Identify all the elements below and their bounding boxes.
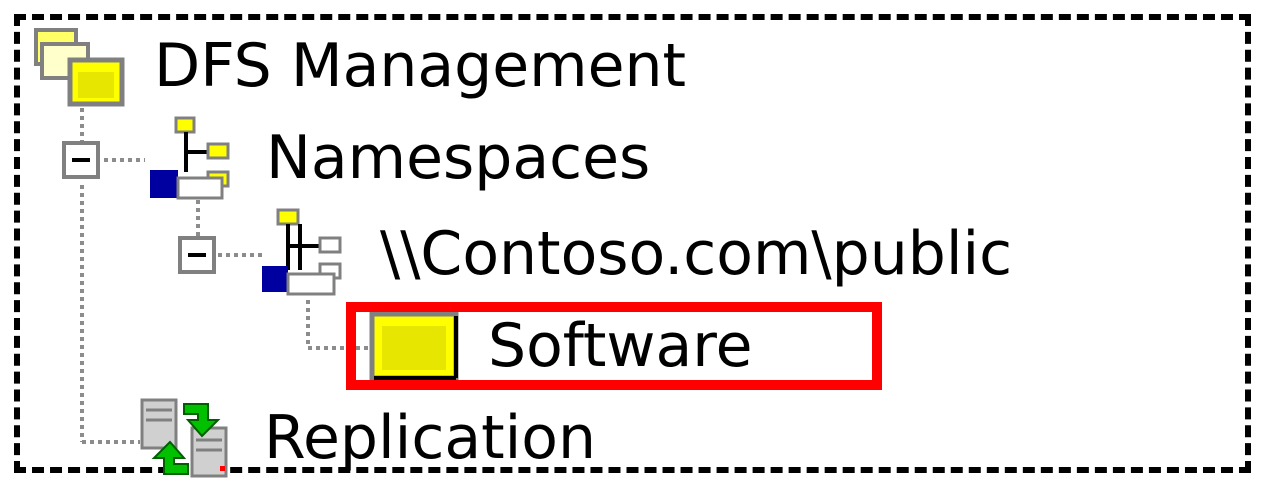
tree-node-contoso-public[interactable]: \\Contoso.com\public	[260, 206, 1012, 296]
tree-node-dfs-management[interactable]: DFS Management	[30, 24, 686, 107]
dfs-management-icon	[34, 28, 125, 107]
tree-node-namespaces[interactable]: Namespaces	[146, 112, 650, 200]
namespace-root-icon	[262, 208, 342, 296]
replication-icon	[140, 398, 228, 478]
node-label-dfs-management: DFS Management	[154, 31, 687, 101]
node-label-contoso-public: \\Contoso.com\public	[380, 219, 1013, 289]
selection-highlight	[346, 302, 882, 390]
node-label-namespaces: Namespaces	[266, 123, 651, 193]
namespaces-collapse-toggle[interactable]	[62, 141, 100, 179]
contoso-collapse-toggle[interactable]	[178, 236, 216, 274]
dfs-tree-panel: DFS Management Namespaces \\Contoso.com\…	[0, 0, 1265, 487]
namespaces-icon	[150, 116, 230, 200]
node-label-replication: Replication	[264, 403, 597, 473]
tree-node-replication[interactable]: Replication	[136, 394, 597, 478]
